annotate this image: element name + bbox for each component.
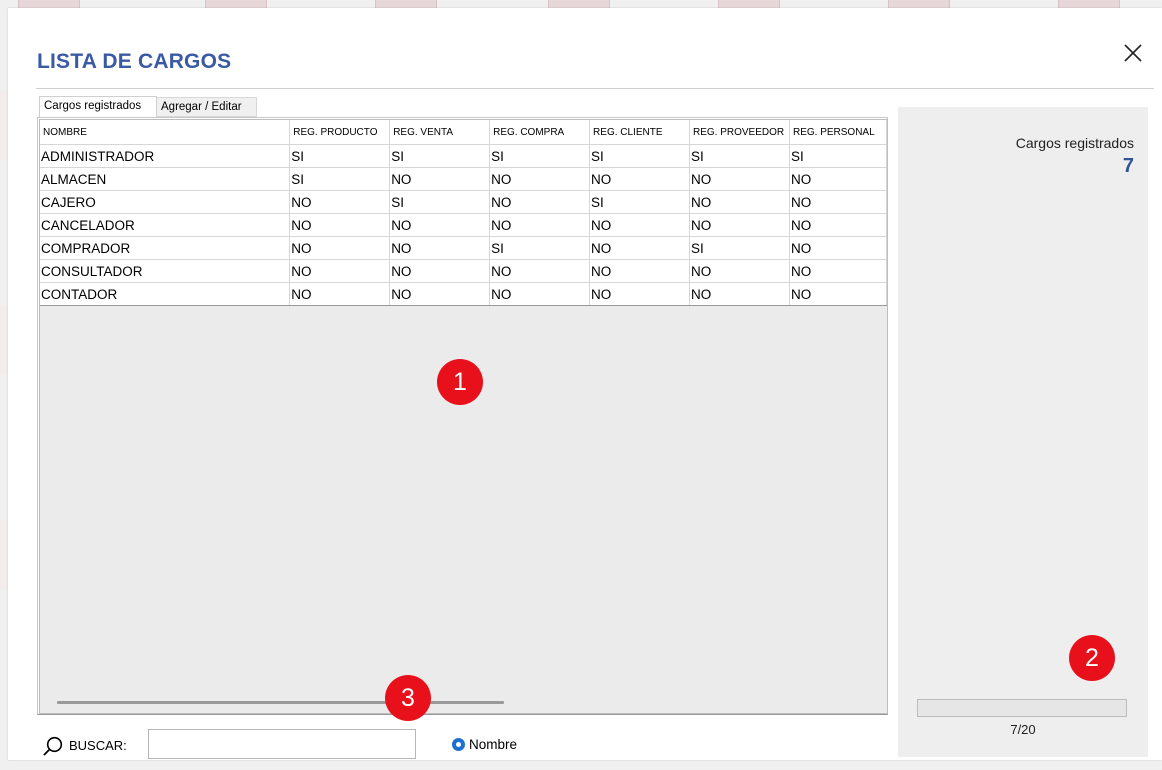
capacity-progress-bar	[917, 699, 1127, 717]
title-divider	[36, 88, 1154, 89]
nombre-radio-label[interactable]: Nombre	[469, 737, 517, 752]
cargos-grid[interactable]: NOMBRE REG. PRODUCTO REG. VENTA REG. COM…	[39, 119, 888, 714]
table-cell[interactable]: CANCELADOR	[40, 213, 291, 237]
table-header-row: NOMBRE REG. PRODUCTO REG. VENTA REG. COM…	[40, 120, 888, 145]
table-cell[interactable]: SI	[589, 190, 690, 214]
cargos-dialog: LISTA DE CARGOS Cargos registrados Agreg…	[8, 8, 1162, 760]
tab-cargos-registrados[interactable]: Cargos registrados	[39, 96, 157, 118]
table-cell[interactable]: NO	[589, 167, 690, 191]
table-cell[interactable]: CAJERO	[40, 190, 291, 214]
close-icon	[1124, 44, 1142, 62]
table-cell[interactable]: SI	[489, 236, 591, 260]
table-row[interactable]: CONSULTADOR NO NO NO NO NO NO	[40, 259, 888, 283]
table-cell[interactable]: NO	[589, 213, 690, 237]
table-cell[interactable]: SI	[789, 144, 888, 168]
table-cell[interactable]: NO	[689, 259, 790, 283]
search-input[interactable]	[148, 729, 416, 759]
annotation-marker-1: 1	[437, 359, 483, 405]
column-header[interactable]: REG. PROVEEDOR	[689, 120, 790, 145]
table-cell[interactable]: NO	[289, 190, 391, 214]
table-cell[interactable]: SI	[389, 144, 491, 168]
table-cell[interactable]: NO	[489, 259, 591, 283]
table-row[interactable]: CONTADOR NO NO NO NO NO NO	[40, 282, 888, 306]
search-label: BUSCAR:	[69, 738, 127, 753]
table-cell[interactable]: SI	[389, 190, 491, 214]
annotation-marker-3: 3	[385, 675, 431, 721]
column-header[interactable]: REG. CLIENTE	[589, 120, 690, 145]
table-cell[interactable]: SI	[289, 167, 391, 191]
table-cell[interactable]: NO	[289, 259, 391, 283]
table-cell[interactable]: SI	[489, 144, 591, 168]
table-cell[interactable]: NO	[689, 282, 790, 306]
column-header[interactable]: NOMBRE	[40, 120, 291, 145]
table-cell[interactable]: NO	[489, 167, 591, 191]
table-cell[interactable]: NO	[389, 167, 491, 191]
table-cell[interactable]: NO	[289, 236, 391, 260]
capacity-progress-text: 7/20	[1010, 722, 1036, 737]
table-cell[interactable]: NO	[589, 259, 690, 283]
table-cell[interactable]: NO	[789, 190, 888, 214]
column-header[interactable]: REG. VENTA	[389, 120, 491, 145]
scrollbar-thumb[interactable]	[57, 701, 504, 704]
table-cell[interactable]: CONTADOR	[40, 282, 291, 306]
table-cell[interactable]: NO	[389, 236, 491, 260]
tab-agregar-editar[interactable]: Agregar / Editar	[157, 97, 257, 117]
table-row[interactable]: CANCELADOR NO NO NO NO NO NO	[40, 213, 888, 237]
table-cell[interactable]: NO	[489, 282, 591, 306]
table-cell[interactable]: COMPRADOR	[40, 236, 291, 260]
table-cell[interactable]: NO	[589, 282, 690, 306]
table-cell[interactable]: NO	[789, 167, 888, 191]
close-button[interactable]	[1120, 40, 1146, 66]
panel-bottom-border	[37, 714, 888, 715]
table-row[interactable]: CAJERO NO SI NO SI NO NO	[40, 190, 888, 214]
annotation-marker-2: 2	[1069, 635, 1115, 681]
table-cell[interactable]: NO	[389, 213, 491, 237]
table-row[interactable]: ALMACEN SI NO NO NO NO NO	[40, 167, 888, 191]
table-cell[interactable]: NO	[489, 213, 591, 237]
table-cell[interactable]: SI	[689, 236, 790, 260]
table-cell[interactable]: NO	[289, 282, 391, 306]
table-cell[interactable]: NO	[389, 259, 491, 283]
table-cell[interactable]: NO	[689, 190, 790, 214]
table-cell[interactable]: ALMACEN	[40, 167, 291, 191]
search-icon	[43, 736, 63, 756]
table-cell[interactable]: NO	[789, 213, 888, 237]
table-cell[interactable]: NO	[689, 167, 790, 191]
column-header[interactable]: REG. PRODUCTO	[289, 120, 391, 145]
table-cell[interactable]: SI	[289, 144, 391, 168]
table-cell[interactable]: SI	[689, 144, 790, 168]
cargos-table: NOMBRE REG. PRODUCTO REG. VENTA REG. COM…	[40, 120, 888, 306]
horizontal-scrollbar[interactable]	[40, 696, 887, 710]
table-cell[interactable]: CONSULTADOR	[40, 259, 291, 283]
table-cell[interactable]: ADMINISTRADOR	[40, 144, 291, 168]
table-cell[interactable]: NO	[789, 282, 888, 306]
table-cell[interactable]: SI	[589, 144, 690, 168]
table-cell[interactable]: NO	[389, 282, 491, 306]
column-header[interactable]: REG. PERSONAL	[789, 120, 888, 145]
registered-count-value: 7	[1122, 155, 1134, 177]
table-cell[interactable]: NO	[789, 259, 888, 283]
table-cell[interactable]: NO	[689, 213, 790, 237]
tab-panel: NOMBRE REG. PRODUCTO REG. VENTA REG. COM…	[37, 117, 888, 715]
table-row[interactable]: ADMINISTRADOR SI SI SI SI SI SI	[40, 144, 888, 168]
dialog-title: LISTA DE CARGOS	[37, 50, 232, 73]
column-header[interactable]: REG. COMPRA	[489, 120, 591, 145]
table-cell[interactable]: NO	[589, 236, 690, 260]
registered-count-label: Cargos registrados	[1015, 135, 1134, 151]
table-cell[interactable]: NO	[289, 213, 391, 237]
table-cell[interactable]: NO	[489, 190, 591, 214]
table-cell[interactable]: NO	[789, 236, 888, 260]
table-row[interactable]: COMPRADOR NO NO SI NO SI NO	[40, 236, 888, 260]
nombre-radio[interactable]	[452, 738, 465, 751]
